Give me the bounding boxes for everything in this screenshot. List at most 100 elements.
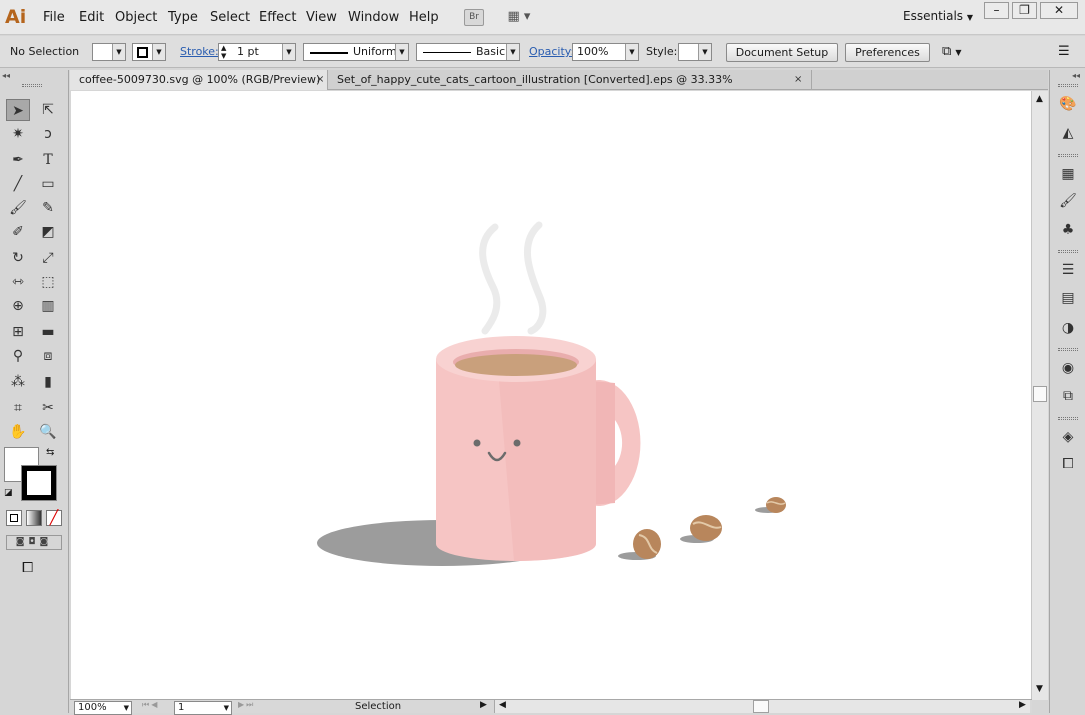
selection-tool-icon[interactable]: ➤	[6, 99, 30, 121]
scroll-up-icon[interactable]: ▲	[1036, 94, 1043, 104]
panel-grip[interactable]	[1058, 417, 1078, 420]
coffee-mug-illustration[interactable]	[71, 91, 1031, 699]
close-tab-icon[interactable]: ×	[316, 70, 324, 90]
mesh-tool-icon[interactable]: ⊞	[6, 321, 30, 343]
tab-cats[interactable]: Set_of_happy_cute_cats_cartoon_illustrat…	[328, 70, 812, 106]
panel-menu-icon[interactable]: ☰	[1058, 43, 1070, 61]
default-colors-icon[interactable]: ◪	[4, 488, 13, 498]
variable-width-profile[interactable]: Uniform ▼	[303, 43, 409, 61]
blend-tool-icon[interactable]: ⧈	[36, 345, 60, 367]
pencil-tool-icon[interactable]: ✎	[36, 197, 60, 219]
graphic-styles-panel-icon[interactable]: ⧉	[1058, 386, 1078, 406]
panel-grip[interactable]	[1058, 348, 1078, 351]
stroke-swatch[interactable]: ▼	[132, 43, 166, 61]
width-tool-icon[interactable]: ⇿	[6, 271, 30, 293]
artboard-canvas[interactable]	[71, 91, 1031, 699]
scroll-right-icon[interactable]: ▶	[1019, 700, 1026, 710]
pen-tool-icon[interactable]: ✒	[6, 149, 30, 171]
blob-brush-tool-icon[interactable]: ✐	[6, 221, 30, 243]
menu-window[interactable]: Window	[348, 9, 399, 26]
hscroll-thumb[interactable]	[753, 700, 769, 713]
none-mode-icon[interactable]: ╱	[46, 510, 62, 526]
menu-help[interactable]: Help	[409, 9, 439, 26]
horizontal-scrollbar[interactable]: ◀ ▶	[494, 700, 1030, 713]
line-tool-icon[interactable]: ╱	[6, 173, 30, 195]
stroke-color-box[interactable]	[21, 465, 57, 501]
arrange-icon[interactable]: ⧉ ▼	[942, 43, 962, 61]
opacity-field[interactable]: 100% ▼	[572, 43, 639, 61]
tab-coffee[interactable]: coffee-5009730.svg @ 100% (RGB/Preview) …	[70, 70, 328, 90]
close-tab-icon[interactable]: ×	[794, 70, 802, 90]
scroll-thumb[interactable]	[1033, 386, 1047, 402]
menu-view[interactable]: View	[306, 9, 337, 26]
maximize-icon[interactable]: ❐	[1012, 2, 1037, 19]
preferences-button[interactable]: Preferences	[845, 43, 930, 62]
transparency-panel-icon[interactable]: ◑	[1058, 318, 1078, 338]
swatches-panel-icon[interactable]: ▦	[1058, 164, 1078, 184]
direct-selection-tool-icon[interactable]: ⇱	[36, 99, 60, 121]
stroke-label[interactable]: Stroke:	[180, 43, 219, 61]
color-mode-icon[interactable]	[6, 510, 22, 526]
draw-mode-icon[interactable]: ◙◘◙	[6, 535, 62, 550]
vertical-scrollbar[interactable]: ▲ ▼	[1031, 91, 1048, 700]
screen-mode-icon[interactable]: ⧠	[22, 560, 33, 576]
brush-definition[interactable]: Basic ▼	[416, 43, 520, 61]
color-guide-icon[interactable]: ◭	[1058, 123, 1078, 143]
stepper-icon[interactable]: ▲ ▼	[221, 44, 226, 60]
arrange-documents-icon[interactable]: ▦ ▾	[504, 9, 534, 26]
menu-edit[interactable]: Edit	[79, 9, 104, 26]
perspective-grid-tool-icon[interactable]: ▥	[36, 295, 60, 317]
symbols-panel-icon[interactable]: ♣	[1058, 220, 1078, 240]
close-window-icon[interactable]: ✕	[1040, 2, 1078, 19]
symbol-sprayer-tool-icon[interactable]: ⁂	[6, 371, 30, 393]
menu-type[interactable]: Type	[168, 9, 198, 26]
gradient-mode-icon[interactable]	[26, 510, 42, 526]
bridge-icon[interactable]: Br	[464, 9, 484, 26]
expand-panels-icon[interactable]: ◂◂	[1072, 71, 1080, 80]
minimize-icon[interactable]: –	[984, 2, 1009, 19]
stroke-weight-field[interactable]: ▲ ▼ 1 pt ▼	[218, 43, 296, 61]
zoom-tool-icon[interactable]: 🔍	[36, 421, 60, 443]
scroll-down-icon[interactable]: ▼	[1036, 684, 1043, 694]
rotate-tool-icon[interactable]: ↻	[6, 247, 30, 269]
gradient-panel-icon[interactable]: ▤	[1058, 288, 1078, 308]
panel-grip[interactable]	[1058, 250, 1078, 253]
scroll-left-icon[interactable]: ◀	[499, 700, 506, 710]
eraser-tool-icon[interactable]: ◩	[36, 221, 60, 243]
brushes-panel-icon[interactable]: 🖌	[1058, 191, 1078, 211]
document-setup-button[interactable]: Document Setup	[726, 43, 838, 62]
menu-effect[interactable]: Effect	[259, 9, 296, 26]
rectangle-tool-icon[interactable]: ▭	[36, 173, 60, 195]
column-graph-tool-icon[interactable]: ▮	[36, 371, 60, 393]
color-panel-icon[interactable]: 🎨	[1058, 94, 1078, 114]
panel-grip[interactable]	[1058, 84, 1078, 87]
appearance-panel-icon[interactable]: ◉	[1058, 358, 1078, 378]
graphic-style-swatch[interactable]: ▼	[678, 43, 712, 61]
menu-object[interactable]: Object	[115, 9, 157, 26]
slice-tool-icon[interactable]: ✂	[36, 397, 60, 419]
menu-file[interactable]: File	[43, 9, 65, 26]
artboards-panel-icon[interactable]: ⧠	[1058, 454, 1078, 474]
scale-tool-icon[interactable]: ⤢	[36, 247, 60, 269]
opacity-label[interactable]: Opacity:	[529, 43, 574, 61]
paintbrush-tool-icon[interactable]: 🖌	[6, 197, 30, 219]
panel-grip[interactable]	[1058, 154, 1078, 157]
type-tool-icon[interactable]: T	[36, 149, 60, 171]
hand-tool-icon[interactable]: ✋	[6, 421, 30, 443]
panel-grip[interactable]	[22, 84, 42, 87]
shape-builder-tool-icon[interactable]: ⊕	[6, 295, 30, 317]
fill-swatch[interactable]: ▼	[92, 43, 126, 61]
status-menu-icon[interactable]: ▶	[480, 700, 487, 710]
artboard-tool-icon[interactable]: ⌗	[6, 397, 30, 419]
eyedropper-tool-icon[interactable]: ⚲	[6, 345, 30, 367]
stroke-panel-icon[interactable]: ☰	[1058, 260, 1078, 280]
collapse-panel-icon[interactable]: ◂◂	[2, 71, 10, 80]
next-last-artboard-icon[interactable]: ▶⏭	[238, 700, 255, 710]
free-transform-tool-icon[interactable]: ⬚	[36, 271, 60, 293]
magic-wand-tool-icon[interactable]: ✷	[6, 123, 30, 145]
first-prev-artboard-icon[interactable]: ⏮◀	[142, 700, 159, 710]
lasso-tool-icon[interactable]: ↄ	[36, 123, 60, 145]
gradient-tool-icon[interactable]: ▬	[36, 321, 60, 343]
workspace-switcher[interactable]: Essentials ▼	[903, 9, 973, 23]
layers-panel-icon[interactable]: ◈	[1058, 427, 1078, 447]
